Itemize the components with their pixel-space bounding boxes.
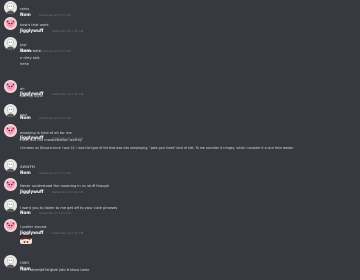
jiggly-avatar[interactable]	[4, 124, 17, 137]
message-text: I can attempt to give you a show hehe	[20, 268, 90, 272]
message-text: n dirty talk	[20, 55, 40, 60]
message-group: Jigglywuff Yesterday at 7:41 AM how's th…	[0, 17, 360, 33]
message-text: XWWFM	[20, 164, 35, 169]
username[interactable]: Nom	[20, 210, 31, 215]
timestamp: Yesterday at 7:41 AM	[51, 190, 84, 194]
message-group: Jigglywuff Yesterday at 7:41 AM moaning …	[0, 124, 360, 156]
message-text: cute, but not masturbation worthy	[20, 138, 82, 142]
nom-avatar[interactable]	[4, 37, 17, 50]
message-text: I've been on Discord since I was 15. I w…	[20, 145, 294, 150]
message-text: rahrs	[20, 7, 30, 11]
timestamp: Yesterday at 7:41 AM	[38, 211, 71, 215]
message-header: Jigglywuff Yesterday at 7:41 AM	[20, 80, 83, 96]
message-header: Jigglywuff Yesterday at 7:41 AM	[20, 124, 83, 140]
message-group: Nom Yesterday at 7:41 AM rahrs	[0, 1, 360, 17]
message-group: Jigglywuff Yesterday at 7:41 AM Never un…	[0, 178, 360, 194]
message-text: moaning is kind of eh for me	[20, 131, 72, 135]
nom-avatar[interactable]	[4, 199, 17, 212]
nom-avatar[interactable]	[4, 1, 17, 14]
message-group: Nom Yesterday at 7:41 AM XWWFM	[0, 159, 360, 175]
message-group: Jigglywuff Yesterday at 7:41 AM I prefer…	[0, 219, 360, 247]
jiggly-avatar[interactable]	[4, 178, 17, 191]
message-text: ah	[20, 87, 25, 91]
message-text: I want you to listen to me get off to yo…	[20, 206, 118, 210]
message-header: Nom Yesterday at 7:41 AM	[20, 104, 71, 120]
nom-avatar[interactable]	[4, 159, 17, 172]
message-group: Nom Yesterday at 7:41 AM OWO I can attem…	[0, 255, 360, 277]
jiggly-avatar[interactable]	[4, 17, 17, 30]
message-group: Nom Yesterday at 7:41 AM oad	[0, 104, 360, 120]
nom-avatar[interactable]	[4, 104, 17, 117]
username[interactable]: Jigglywuff	[20, 28, 43, 33]
timestamp: Yesterday at 7:41 AM	[38, 171, 71, 175]
timestamp: Yesterday at 7:41 AM	[51, 231, 84, 235]
message-text: Never understood the moaning in vc stuff…	[20, 184, 109, 188]
message-text: how's that work	[20, 23, 49, 27]
message-group: Jigglywuff Yesterday at 7:41 AM ah Not m…	[0, 80, 360, 100]
chat-log: Nom Yesterday at 7:41 AM rahrs Jigglywuf…	[0, 0, 360, 280]
message-text: just	[20, 43, 27, 47]
message-text: Not my style	[20, 94, 43, 98]
username[interactable]: Jigglywuff	[20, 189, 43, 194]
username[interactable]: Nom	[20, 170, 31, 175]
message-text: hehe	[20, 62, 29, 66]
message-header: Nom Yesterday at 7:41 AM	[20, 199, 71, 215]
message-text: masturbate	[20, 49, 41, 53]
message-text: I prefer visuals	[20, 225, 47, 229]
message-group: Nom Yesterday at 7:41 AM I want you to l…	[0, 199, 360, 215]
timestamp: Yesterday at 7:41 AM	[51, 29, 84, 33]
nom-avatar[interactable]	[4, 255, 17, 268]
jiggly-avatar[interactable]	[4, 219, 17, 232]
message-text: OWO	[20, 261, 30, 265]
jiggly-avatar[interactable]	[4, 80, 17, 93]
message-group: Nom Yesterday at 7:41 AM just masturbate…	[0, 37, 360, 71]
message-text: oad	[20, 113, 27, 117]
image-attachment[interactable]	[20, 232, 32, 244]
